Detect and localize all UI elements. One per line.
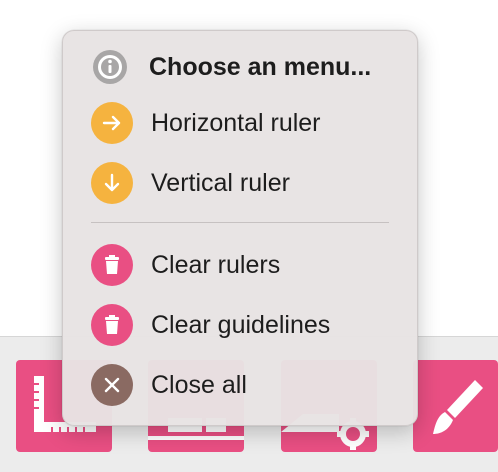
arrow-down-icon xyxy=(91,162,133,204)
brush-tool-button[interactable] xyxy=(413,360,498,452)
menu-item-label: Clear guidelines xyxy=(151,310,331,339)
menu-item-vertical-ruler[interactable]: Vertical ruler xyxy=(91,161,401,205)
screen: Choose an menu... Horizontal ruler Verti… xyxy=(0,0,498,472)
menu-item-label: Horizontal ruler xyxy=(151,108,321,137)
menu-header-label: Choose an menu... xyxy=(149,52,372,81)
menu-item-clear-guidelines[interactable]: Clear guidelines xyxy=(91,303,401,347)
menu-item-label: Clear rulers xyxy=(151,250,281,279)
trash-icon xyxy=(91,304,133,346)
menu-item-label: Vertical ruler xyxy=(151,168,290,197)
context-menu: Choose an menu... Horizontal ruler Verti… xyxy=(62,30,418,426)
menu-item-close-all[interactable]: Close all xyxy=(91,363,401,407)
info-icon xyxy=(93,50,127,84)
menu-divider xyxy=(91,222,389,223)
arrow-right-icon xyxy=(91,102,133,144)
close-icon xyxy=(91,364,133,406)
menu-item-horizontal-ruler[interactable]: Horizontal ruler xyxy=(91,101,401,145)
menu-item-clear-rulers[interactable]: Clear rulers xyxy=(91,243,401,287)
menu-header: Choose an menu... xyxy=(91,45,401,89)
brush-icon xyxy=(433,380,483,434)
menu-item-label: Close all xyxy=(151,370,247,399)
trash-icon xyxy=(91,244,133,286)
